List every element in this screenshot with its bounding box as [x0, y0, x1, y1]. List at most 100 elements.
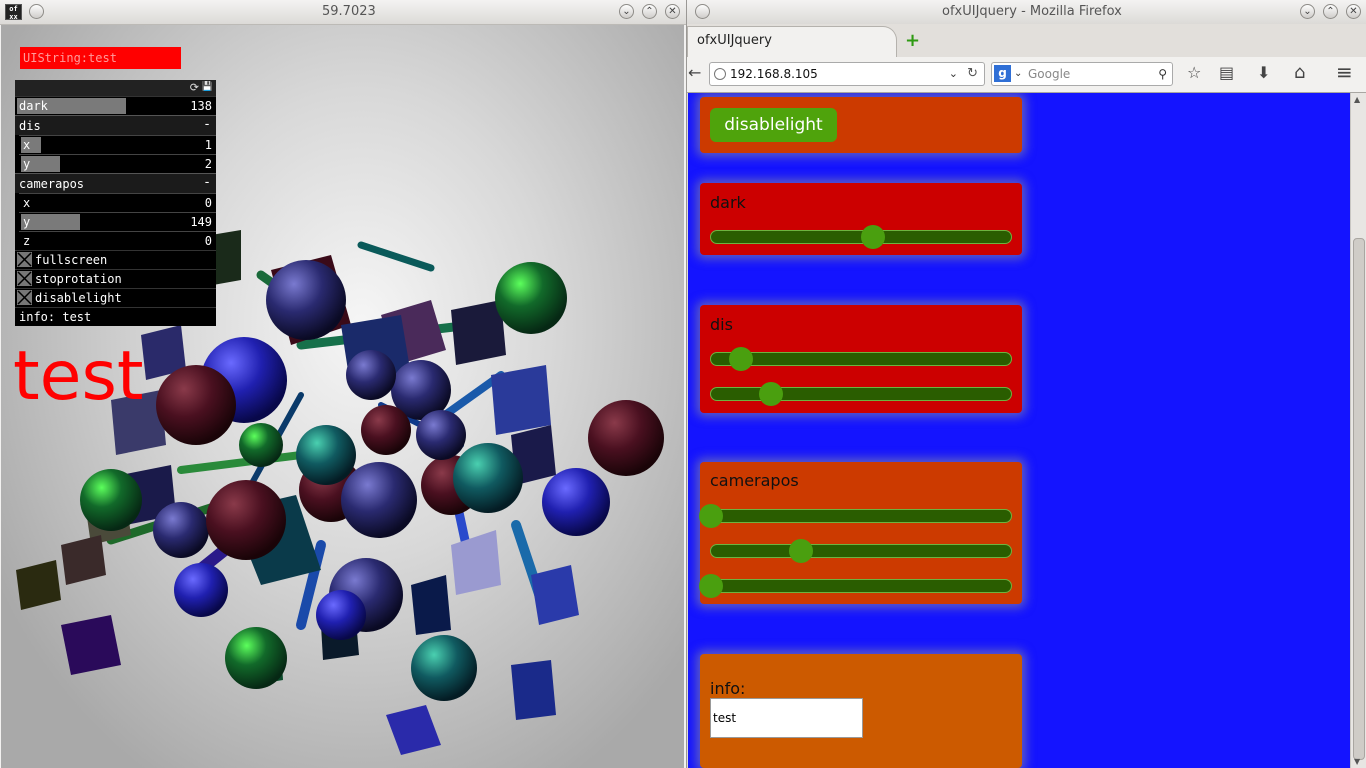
- reload-icon[interactable]: ⟳: [190, 81, 199, 94]
- camerapos-group-header[interactable]: camerapos -: [15, 173, 216, 193]
- slider-label: y: [23, 215, 31, 229]
- slider-value: 0: [204, 196, 212, 210]
- back-icon[interactable]: ←: [688, 63, 701, 82]
- camerapos-panel: camerapos: [699, 462, 1022, 604]
- group-label: dis: [19, 119, 41, 133]
- scroll-down-icon[interactable]: ▼: [1354, 757, 1360, 766]
- group-label: camerapos: [19, 177, 85, 191]
- disablelight-panel: disablelight: [700, 97, 1022, 153]
- chevron-down-icon[interactable]: ⌄: [1014, 63, 1022, 85]
- dark-slider[interactable]: dark 138: [15, 96, 216, 115]
- maximize-button[interactable]: ⌃: [642, 4, 657, 19]
- checkbox-x-icon[interactable]: [17, 252, 32, 267]
- info-text-field[interactable]: info: test: [15, 307, 216, 326]
- maximize-button[interactable]: ⌃: [1323, 4, 1338, 19]
- 3d-scene-canvas[interactable]: UIString:test ⟳ 💾 dark 138 dis - x 1 y 2…: [1, 25, 684, 768]
- camerapos-y-slider[interactable]: [710, 539, 1012, 563]
- navigation-toolbar: ← 192.168.8.105 ⌄ ↻ g ⌄ Google ⚲ ☆ ▤ ⬇ ⌂…: [687, 57, 1366, 93]
- close-button[interactable]: ✕: [665, 4, 680, 19]
- url-bar[interactable]: 192.168.8.105 ⌄ ↻: [709, 62, 985, 86]
- dark-panel: dark: [700, 183, 1022, 255]
- gui-header: ⟳ 💾: [15, 80, 216, 96]
- save-icon[interactable]: 💾: [202, 82, 213, 92]
- slider-label: x: [23, 196, 31, 210]
- reload-icon[interactable]: ↻: [967, 63, 978, 85]
- titlebar[interactable]: of xx 59.7023 ⌄ ⌃ ✕: [0, 0, 686, 25]
- panel-title: dis: [710, 315, 733, 334]
- window-menu-button[interactable]: [695, 4, 710, 19]
- google-engine-icon[interactable]: g: [994, 65, 1011, 82]
- ofxui-canvas: ⟳ 💾 dark 138 dis - x 1 y 2 camerapos - x…: [15, 80, 216, 326]
- slider-value: 2: [204, 157, 212, 171]
- camerapos-y-slider[interactable]: y 149: [19, 212, 216, 231]
- minimize-button[interactable]: ⌄: [619, 4, 634, 19]
- dis-group: x 1 y 2: [15, 135, 216, 173]
- camerapos-x-slider[interactable]: x 0: [19, 193, 216, 212]
- chevron-down-icon[interactable]: ⌄: [949, 63, 958, 85]
- toggle-label: disablelight: [35, 291, 122, 305]
- search-bar[interactable]: g ⌄ Google ⚲: [991, 62, 1173, 86]
- download-icon[interactable]: ⬇: [1257, 63, 1270, 82]
- minimize-button[interactable]: ⌄: [1300, 4, 1315, 19]
- stoprotation-toggle[interactable]: stoprotation: [15, 269, 216, 288]
- camerapos-x-slider[interactable]: [699, 504, 1012, 528]
- slider-handle[interactable]: [759, 382, 783, 406]
- dis-y-slider[interactable]: y 2: [19, 154, 216, 173]
- slider-handle[interactable]: [729, 347, 753, 371]
- slider-value: 149: [190, 215, 212, 229]
- slider-label: x: [23, 138, 31, 152]
- camerapos-z-slider[interactable]: [699, 574, 1012, 598]
- collapse-icon[interactable]: -: [203, 117, 211, 132]
- binoculars-icon[interactable]: ⚲: [1158, 63, 1167, 85]
- slider-handle[interactable]: [861, 225, 885, 249]
- panel-title: dark: [710, 193, 746, 212]
- info-panel: info: test: [700, 654, 1022, 768]
- slider-handle[interactable]: [699, 504, 723, 528]
- fullscreen-toggle[interactable]: fullscreen: [15, 250, 216, 269]
- firefox-window: ofxUIJquery - Mozilla Firefox ⌄ ⌃ ✕ ofxU…: [686, 0, 1366, 768]
- slider-value: 138: [190, 99, 212, 113]
- big-test-text: test: [13, 337, 144, 416]
- ofapp-window: of xx 59.7023 ⌄ ⌃ ✕ UIString:test ⟳ 💾 da…: [0, 0, 686, 768]
- new-tab-button[interactable]: +: [905, 30, 920, 51]
- vertical-scrollbar[interactable]: ▲ ▼: [1350, 93, 1366, 768]
- slider-label: z: [23, 234, 31, 248]
- toggle-label: fullscreen: [35, 253, 108, 267]
- globe-icon: [714, 68, 726, 80]
- checkbox-x-icon[interactable]: [17, 290, 32, 305]
- dis-x-slider[interactable]: x 1: [19, 135, 216, 154]
- camerapos-z-slider[interactable]: z 0: [19, 231, 216, 250]
- page-content: disablelight dark dis camerapos info: te…: [688, 93, 1350, 768]
- disablelight-button[interactable]: disablelight: [710, 108, 837, 142]
- window-menu-button[interactable]: [29, 4, 44, 19]
- slider-handle[interactable]: [789, 539, 813, 563]
- scroll-up-icon[interactable]: ▲: [1354, 95, 1360, 104]
- dis-x-slider[interactable]: [710, 347, 1012, 371]
- close-button[interactable]: ✕: [1346, 4, 1361, 19]
- camerapos-group: x 0 y 149 z 0: [15, 193, 216, 250]
- search-placeholder: Google: [1028, 67, 1071, 81]
- openframeworks-app-icon: of xx: [5, 4, 22, 21]
- slider-label: dark: [19, 99, 48, 113]
- dis-group-header[interactable]: dis -: [15, 115, 216, 135]
- checkbox-x-icon[interactable]: [17, 271, 32, 286]
- bookmarks-list-icon[interactable]: ▤: [1219, 63, 1234, 82]
- window-title: ofxUIJquery - Mozilla Firefox: [942, 4, 1122, 19]
- slider-handle[interactable]: [699, 574, 723, 598]
- bookmark-star-icon[interactable]: ☆: [1187, 63, 1201, 82]
- dark-slider[interactable]: [710, 225, 1012, 249]
- info-label: info: test: [19, 310, 92, 324]
- slider-value: 0: [204, 234, 212, 248]
- tab-ofxuijquery[interactable]: ofxUIJquery: [687, 26, 897, 57]
- menu-icon[interactable]: ≡: [1336, 60, 1353, 84]
- disablelight-toggle[interactable]: disablelight: [15, 288, 216, 307]
- scrollbar-thumb[interactable]: [1353, 238, 1365, 760]
- titlebar[interactable]: ofxUIJquery - Mozilla Firefox ⌄ ⌃ ✕: [687, 0, 1366, 25]
- home-icon[interactable]: ⌂: [1294, 62, 1305, 83]
- dis-y-slider[interactable]: [710, 382, 1012, 406]
- info-text-input[interactable]: test: [710, 698, 863, 738]
- panel-title: info:: [710, 679, 746, 698]
- window-title: 59.7023: [322, 4, 376, 19]
- collapse-icon[interactable]: -: [203, 175, 211, 190]
- uistring-label: UIString:test: [20, 47, 181, 69]
